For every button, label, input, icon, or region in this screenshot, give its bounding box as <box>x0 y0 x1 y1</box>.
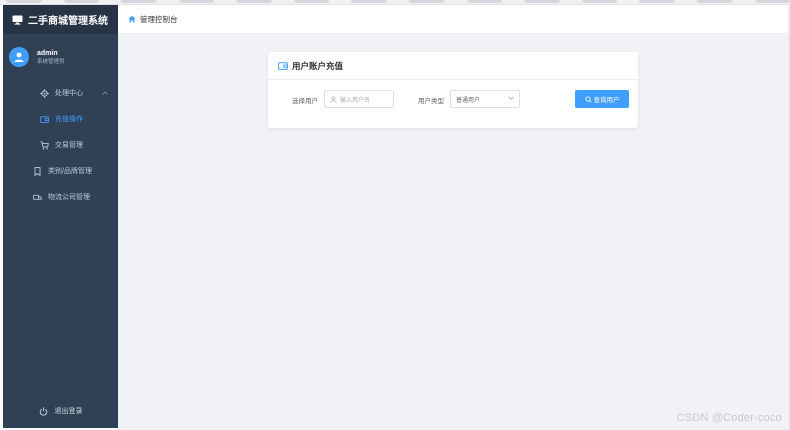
card-header: 用户账户充值 <box>268 52 638 80</box>
sidebar-item-processing-center[interactable]: 处理中心 <box>3 80 118 106</box>
sidebar-item-label: 物流公司管理 <box>48 194 90 201</box>
user-icon <box>330 95 337 103</box>
username-input[interactable]: 输入用户名 <box>324 90 394 108</box>
sidebar-item-category-brand[interactable]: 类别/品牌管理 <box>3 158 118 184</box>
select-user-label: 选择用户 <box>292 98 318 105</box>
sidebar-item-label: 处理中心 <box>55 90 83 97</box>
query-button-label: 查询用户 <box>593 97 620 104</box>
sidebar-item-label: 充值操作 <box>55 116 83 123</box>
monitor-icon <box>12 15 23 25</box>
wallet-icon <box>278 61 288 71</box>
user-type-select[interactable]: 普通用户 <box>450 90 520 108</box>
power-icon <box>39 406 48 416</box>
recharge-card: 用户账户充值 选择用户 输入用户名 用户类型 普通用户 查询用户 <box>268 52 638 128</box>
sidebar-item-logistics[interactable]: 物流公司管理 <box>3 184 118 210</box>
query-form: 选择用户 输入用户名 用户类型 普通用户 查询用户 <box>268 90 638 108</box>
logout-label: 退出登录 <box>54 408 83 415</box>
logout-button[interactable]: 退出登录 <box>3 406 118 416</box>
sidebar-item-trade-management[interactable]: 交易管理 <box>3 132 118 158</box>
breadcrumb[interactable]: 管理控制台 <box>140 14 178 25</box>
sidebar-item-label: 类别/品牌管理 <box>48 168 92 175</box>
sidebar-menu: 处理中心 充值操作 交易管理 类别/品牌管理 物流公司管理 <box>3 80 118 210</box>
sidebar-item-recharge[interactable]: 充值操作 <box>3 106 118 132</box>
user-type-label: 用户类型 <box>418 98 444 105</box>
query-user-button[interactable]: 查询用户 <box>575 90 629 108</box>
search-icon <box>584 95 592 103</box>
brand-header: 二手商城管理系统 <box>3 5 118 34</box>
user-role: 系统管理员 <box>37 58 65 65</box>
user-name: admin <box>37 49 58 57</box>
card-title: 用户账户充值 <box>292 60 344 71</box>
top-header: 管理控制台 <box>118 5 790 34</box>
cart-icon <box>40 141 49 150</box>
sidebar-item-label: 交易管理 <box>55 142 83 149</box>
bookmark-icon <box>33 166 42 176</box>
home-icon <box>128 15 136 23</box>
watermark: CSDN @Coder-coco <box>676 412 782 424</box>
user-profile: admin 系统管理员 <box>3 38 118 76</box>
brand-title: 二手商城管理系统 <box>28 16 108 27</box>
user-type-value: 普通用户 <box>456 97 481 104</box>
wallet-icon <box>40 115 49 124</box>
truck-icon <box>33 193 42 202</box>
avatar <box>9 47 29 67</box>
chevron-up-icon <box>102 90 108 97</box>
sidebar: 二手商城管理系统 admin 系统管理员 处理中心 充值操作 交易管理 类别/品… <box>3 5 118 428</box>
user-icon <box>14 52 24 62</box>
gear-icon <box>40 88 49 98</box>
chevron-down-icon <box>508 96 514 100</box>
main-content: 用户账户充值 选择用户 输入用户名 用户类型 普通用户 查询用户 <box>118 34 790 430</box>
username-placeholder: 输入用户名 <box>340 97 371 104</box>
